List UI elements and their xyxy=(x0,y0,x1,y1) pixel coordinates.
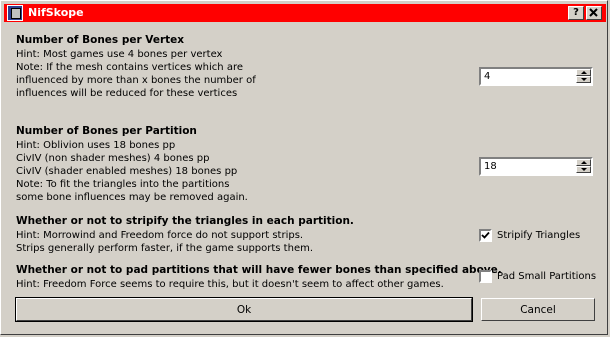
pad-partitions-hint: Hint: Freedom Force seems to require thi… xyxy=(16,279,444,290)
ok-button[interactable]: Ok xyxy=(15,297,473,322)
stripify-triangles-label[interactable]: Stripify Triangles xyxy=(497,230,580,241)
pad-small-partitions-checkbox[interactable]: Pad Small Partitions xyxy=(479,270,596,283)
bones-per-partition-hint: Hint: Oblivion uses 18 bones pp xyxy=(16,140,176,151)
bones-per-partition-note-2: some bone influences may be removed agai… xyxy=(16,192,248,203)
nifskope-app-icon xyxy=(7,5,23,21)
bones-per-partition-value[interactable]: 18 xyxy=(484,161,497,172)
spin-up-button[interactable] xyxy=(576,159,591,166)
bones-per-vertex-note-3: influences will be reduced for these ver… xyxy=(16,88,238,99)
stripify-hint: Hint: Morrowind and Freedom force do not… xyxy=(16,230,304,241)
title-bar[interactable]: NifSkope ? xyxy=(4,4,606,22)
bones-per-partition-civ-shader: CivIV (shader enabled meshes) 18 bones p… xyxy=(16,166,238,177)
bones-per-partition-section: Number of Bones per Partition Hint: Obli… xyxy=(16,125,248,204)
bones-per-vertex-value[interactable]: 4 xyxy=(484,71,490,82)
arrow-up-icon xyxy=(581,71,587,74)
pad-small-partitions-label[interactable]: Pad Small Partitions xyxy=(497,271,596,282)
stripify-heading: Whether or not to stripify the triangles… xyxy=(16,215,354,227)
bones-per-vertex-spinbox[interactable]: 4 xyxy=(479,67,593,86)
window-title: NifSkope xyxy=(28,6,84,19)
bones-per-vertex-section: Number of Bones per Vertex Hint: Most ga… xyxy=(16,34,256,100)
checkbox-box[interactable] xyxy=(479,229,492,242)
spin-up-button[interactable] xyxy=(576,69,591,76)
spin-down-button[interactable] xyxy=(576,166,591,173)
cancel-button[interactable]: Cancel xyxy=(481,298,595,321)
dialog-window: NifSkope ? Number of Bones per Vertex Hi… xyxy=(0,0,608,335)
bones-per-partition-spinbox[interactable]: 18 xyxy=(479,157,593,176)
bones-per-partition-civ-nonshader: CivIV (non shader meshes) 4 bones pp xyxy=(16,153,210,164)
spin-down-button[interactable] xyxy=(576,76,591,83)
stripify-section: Whether or not to stripify the triangles… xyxy=(16,215,354,255)
help-button[interactable]: ? xyxy=(568,6,584,20)
bones-per-vertex-note-2: influenced by more than x bones the numb… xyxy=(16,75,256,86)
arrow-up-icon xyxy=(581,161,587,164)
pad-partitions-section: Whether or not to pad partitions that wi… xyxy=(16,264,502,291)
arrow-down-icon xyxy=(581,78,587,81)
check-icon xyxy=(481,231,490,239)
bones-per-vertex-hint: Hint: Most games use 4 bones per vertex xyxy=(16,49,223,60)
bones-per-vertex-note-1: Note: If the mesh contains vertices whic… xyxy=(16,62,243,73)
bones-per-partition-note-1: Note: To fit the triangles into the part… xyxy=(16,179,230,190)
pad-partitions-heading: Whether or not to pad partitions that wi… xyxy=(16,264,502,276)
checkbox-box[interactable] xyxy=(479,270,492,283)
arrow-down-icon xyxy=(581,168,587,171)
stripify-triangles-checkbox[interactable]: Stripify Triangles xyxy=(479,229,580,242)
close-icon xyxy=(589,8,598,17)
bones-per-vertex-heading: Number of Bones per Vertex xyxy=(16,34,185,46)
bones-per-partition-heading: Number of Bones per Partition xyxy=(16,125,197,137)
stripify-note: Strips generally perform faster, if the … xyxy=(16,243,314,254)
close-button[interactable] xyxy=(586,6,602,20)
